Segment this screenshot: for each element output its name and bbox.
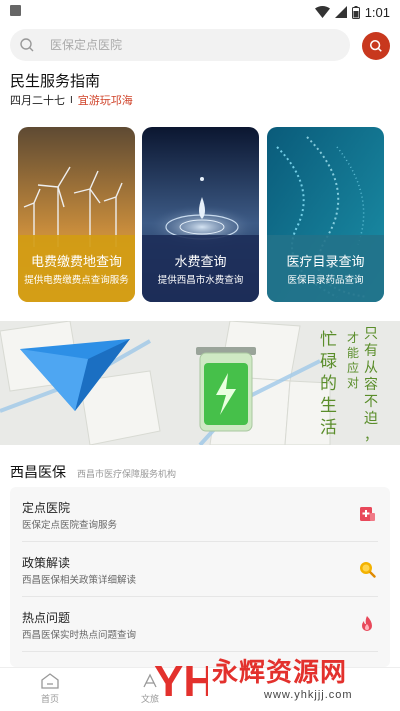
watermark-logo: YH [154, 657, 208, 706]
banner-char: 有 [364, 342, 378, 358]
list-item-subtitle: 医保定点医院查询服务 [22, 520, 118, 531]
card-desc: 提供西昌市水费查询 [157, 275, 244, 286]
banner-char: 从 [364, 359, 378, 375]
card-water[interactable]: 水费查询 提供西昌市水费查询 [142, 127, 259, 302]
tab-label: 首页 [40, 694, 59, 704]
page-title: 民生服务指南 [10, 73, 101, 90]
tab-home[interactable]: 首页 [20, 672, 80, 710]
card-medical-catalog[interactable]: 医疗目录查询 医保目录药品查询 [267, 127, 384, 302]
banner-char: 应 [347, 361, 360, 375]
home-icon [41, 673, 59, 689]
banner-char: ， [364, 427, 378, 443]
card-desc: 医保目录药品查询 [287, 275, 364, 286]
card-electricity[interactable]: 电费缴费地查询 提供电费缴费点查询服务 [18, 127, 135, 302]
card-title: 医疗目录查询 [286, 254, 365, 269]
map-battery-illustration [0, 321, 331, 445]
search-bar[interactable]: 医保定点医院 [10, 29, 350, 61]
fire-icon [362, 616, 372, 631]
banner-char: 生 [320, 396, 337, 415]
banner-char: 才 [347, 331, 360, 345]
banner-char: 活 [320, 418, 337, 437]
search-icon [360, 562, 376, 578]
promo-banner[interactable]: 忙 碌 的 生 活 才 能 应 对 只 有 从 容 不 迫 ， [0, 321, 400, 445]
hospital-icon [360, 507, 375, 521]
banner-char: 迫 [364, 410, 378, 426]
search-icon [369, 39, 382, 52]
card-title: 电费缴费地查询 [30, 254, 122, 269]
banner-char: 容 [364, 376, 378, 392]
banner-text-col3: 只 有 从 容 不 迫 ， [364, 325, 380, 444]
banner-char: 的 [320, 374, 337, 393]
list-item-title: 政策解读 [22, 556, 71, 570]
banner-text-col1: 忙 碌 的 生 活 [320, 329, 338, 439]
list-item-title: 定点医院 [22, 501, 71, 515]
search-icon [20, 38, 34, 52]
card-desc: 提供电费缴费点查询服务 [24, 275, 129, 286]
banner-char: 只 [364, 325, 378, 341]
banner-char: 忙 [320, 330, 337, 349]
notification-icon [10, 5, 21, 16]
banner-text-col2: 才 能 应 对 [347, 331, 361, 391]
signal-icon [334, 6, 347, 18]
status-icons: 1:01 [314, 3, 390, 21]
banner-char: 不 [364, 393, 378, 409]
service-list: 定点医院 医保定点医院查询服务 政策解读 西昌医保相关政策详细解读 热点问题 西… [10, 487, 390, 667]
section-header: 西昌医保 西昌市医疗保障服务机构 [10, 462, 176, 482]
guide-subtitle: 四月二十七 I 宜游玩邛海 [10, 92, 133, 108]
section-subtitle: 西昌市医疗保障服务机构 [77, 469, 177, 479]
watermark-text: 永辉资源网 [212, 657, 348, 687]
svg-text:YH: YH [154, 657, 208, 706]
card-title: 水费查询 [174, 254, 227, 269]
search-button[interactable] [362, 32, 390, 60]
wifi-icon [314, 6, 330, 18]
list-item-hot-topics[interactable]: 热点问题 西昌医保实时热点问题查询 [10, 597, 390, 651]
banner-char: 对 [347, 376, 360, 390]
section-title: 西昌医保 [10, 464, 66, 480]
banner-char: 碌 [320, 352, 337, 371]
watermark-url: www.yhkjjj.com [264, 689, 353, 701]
search-input[interactable]: 医保定点医院 [50, 29, 122, 61]
banner-char: 能 [347, 346, 360, 360]
list-item-policy[interactable]: 政策解读 西昌医保相关政策详细解读 [10, 542, 390, 596]
status-bar: 1:01 [0, 0, 400, 24]
list-item-title: 热点问题 [22, 611, 71, 625]
guide-date: 四月二十七 [10, 95, 65, 107]
list-item-hospital[interactable]: 定点医院 医保定点医院查询服务 [10, 487, 390, 541]
list-item-subtitle: 西昌医保实时热点问题查询 [22, 630, 137, 641]
list-item-subtitle: 西昌医保相关政策详细解读 [22, 575, 137, 586]
battery-icon [351, 5, 360, 19]
guide-separator: I [70, 94, 73, 106]
watermark: YH 永辉资源网 www.yhkjjj.com [152, 648, 400, 710]
guide-link[interactable]: 宜游玩邛海 [78, 92, 133, 108]
status-time: 1:01 [364, 4, 390, 20]
